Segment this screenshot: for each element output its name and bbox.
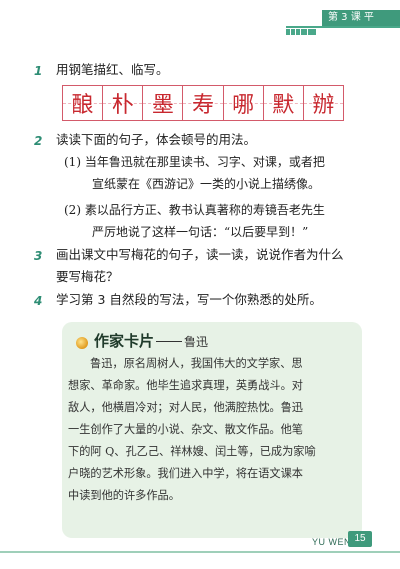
sentence-2-line-1: (2) 素以品行方正、教书认真著称的寿镜吾老先生 bbox=[64, 203, 325, 217]
sentence-2-line-2: 严厉地说了这样一句话：“以后要早到！” bbox=[92, 225, 309, 239]
card-heading: 作家卡片 bbox=[94, 332, 155, 350]
exercise-3-line-2: 要写梅花？ bbox=[56, 269, 119, 284]
textbook-page: 第 3 课 平 1 用钢笔描红、临写。 酿 朴 墨 寿 哪 默 辦 2 读读下面… bbox=[0, 0, 400, 569]
page-number: 15 bbox=[348, 531, 372, 547]
lesson-tab: 第 3 课 平 bbox=[322, 10, 400, 26]
exercise-number-4: 4 bbox=[34, 294, 43, 308]
card-line: 一生创作了大量的小说、杂文、散文作品。他笔 bbox=[68, 423, 303, 436]
practice-grid: 酿 朴 墨 寿 哪 默 辦 bbox=[62, 85, 344, 121]
practice-cell: 酿 bbox=[63, 86, 104, 120]
exercise-1-text: 用钢笔描红、临写。 bbox=[56, 62, 169, 77]
practice-cell: 辦 bbox=[303, 86, 344, 120]
card-line: 想家、革命家。他毕生追求真理，英勇战斗。对 bbox=[68, 379, 303, 392]
practice-cell: 默 bbox=[263, 86, 304, 120]
card-line: 敌人，他横眉冷对；对人民，他满腔热忱。鲁迅 bbox=[68, 401, 303, 414]
practice-cell: 朴 bbox=[103, 86, 144, 120]
bullet-icon bbox=[76, 337, 88, 349]
card-line: 中读到他的许多作品。 bbox=[68, 489, 180, 502]
sentence-1-line-2: 宣纸蒙在《西游记》一类的小说上描绣像。 bbox=[92, 177, 321, 191]
author-card-title: 作家卡片 鲁迅 bbox=[94, 330, 208, 351]
exercise-4-text: 学习第 3 自然段的写法，写一个你熟悉的处所。 bbox=[56, 292, 322, 307]
exercise-2-text: 读读下面的句子，体会顿号的用法。 bbox=[56, 132, 257, 147]
exercise-3-line-1: 画出课文中写梅花的句子，读一读，说说作者为什么 bbox=[56, 247, 344, 262]
exercise-number-1: 1 bbox=[34, 64, 43, 78]
practice-cell: 墨 bbox=[143, 86, 184, 120]
card-line: 下的阿 Q、孔乙己、祥林嫂、闰土等，已成为家喻 bbox=[68, 445, 316, 458]
practice-cell: 哪 bbox=[223, 86, 264, 120]
footer-subject-label: YU WEN bbox=[312, 537, 351, 547]
sentence-1-line-1: (1) 当年鲁迅就在那里读书、习字、对课，或者把 bbox=[64, 155, 325, 169]
footer-rule bbox=[0, 551, 400, 553]
exercise-number-3: 3 bbox=[34, 249, 43, 263]
card-line: 户晓的艺术形象。我们进入中学，将在语文课本 bbox=[68, 467, 303, 480]
card-author-name: 鲁迅 bbox=[184, 335, 209, 349]
dash-divider bbox=[156, 341, 183, 342]
card-line: 鲁迅，原名周树人，我国伟大的文学家、思 bbox=[90, 357, 303, 370]
header-rule bbox=[286, 26, 400, 28]
exercise-number-2: 2 bbox=[34, 134, 43, 148]
practice-cell: 寿 bbox=[183, 86, 224, 120]
